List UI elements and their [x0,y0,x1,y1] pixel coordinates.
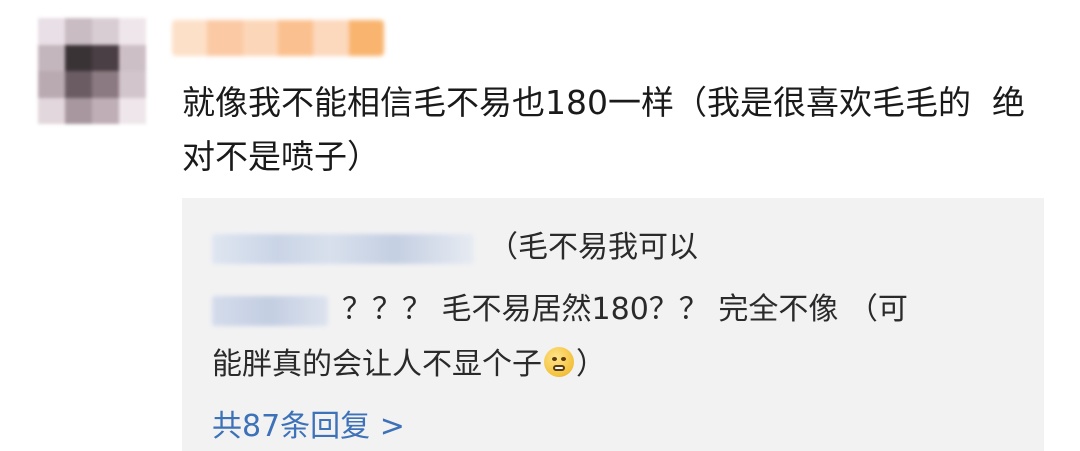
reply-2[interactable]: ？？？ 毛不易居然180？？ 完全不像 （可 [212,288,1012,332]
avatar[interactable] [38,18,146,124]
reply-1[interactable]: （毛不易我可以 [212,226,698,270]
more-replies-link[interactable]: 共87条回复 > [212,405,405,449]
reply-2-text: ？？？ 毛不易居然180？？ 完全不像 （可 [342,292,908,327]
username-blurred[interactable] [172,20,384,56]
comment-text: 就像我不能相信毛不易也180一样（我是很喜欢毛毛的 绝对不是喷子） [182,83,1025,176]
reply-3-suffix: ） [576,347,606,382]
reply-2-continued: 能胖真的会让人不显个子 ） [212,343,606,387]
reply-author-blurred[interactable] [212,233,474,264]
tongue-tied-emoji-icon [544,347,574,377]
reply-1-text: （毛不易我可以 [488,230,698,265]
reply-3-text: 能胖真的会让人不显个子 [212,347,542,382]
reply-author-blurred[interactable] [212,295,328,326]
